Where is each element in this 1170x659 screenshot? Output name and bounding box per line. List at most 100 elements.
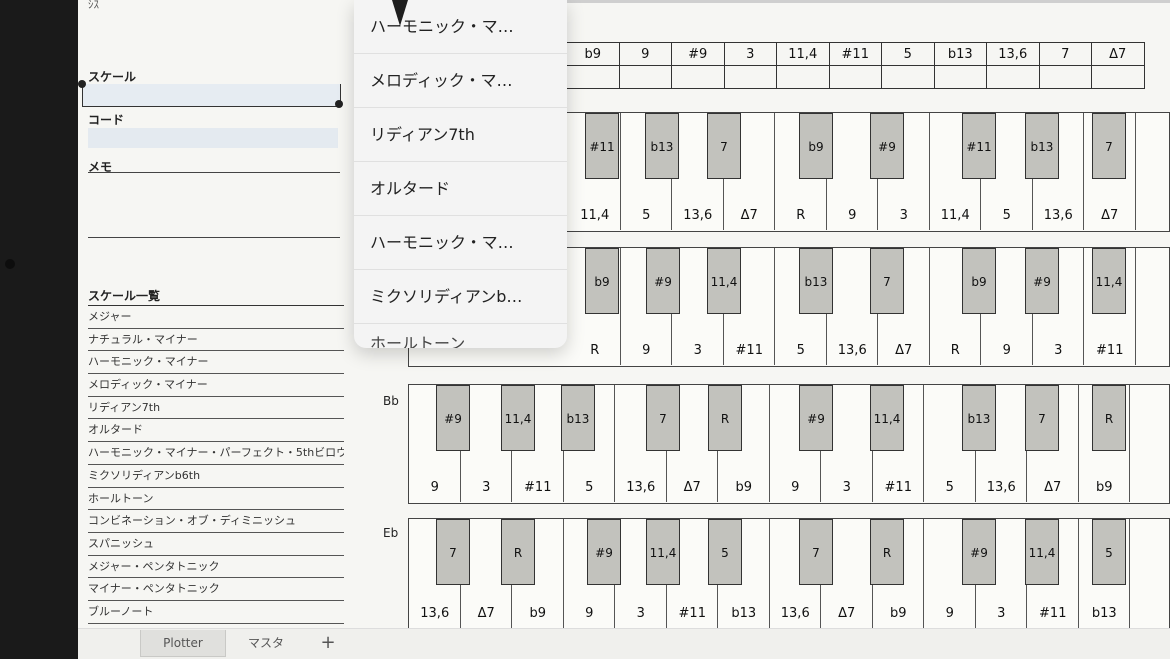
white-key-label: b13 [731,606,757,621]
black-key[interactable]: #9 [799,385,833,451]
menu-item[interactable]: リディアン7th [354,108,567,162]
black-key[interactable]: b13 [1025,113,1059,179]
black-key[interactable]: 7 [707,113,741,179]
white-key-label: 11,4 [580,208,610,223]
interval-cell: #9 [671,42,725,66]
scale-list-item[interactable]: ハーモニック・マイナー [88,351,344,375]
black-key[interactable]: 11,4 [870,385,904,451]
interval-cell: 13,6 [986,42,1040,66]
interval-empty-cell [566,65,620,89]
scale-list-item[interactable]: メロディック・マイナー [88,374,344,397]
scale-list-item[interactable]: マイナー・ペンタトニック [88,578,344,601]
white-key-label: 3 [1054,343,1063,358]
white-key-label: Δ7 [683,480,701,495]
scale-list-item[interactable]: メジャー・ペンタトニック [88,556,344,579]
black-key[interactable]: 5 [1092,519,1126,585]
scale-list-item[interactable]: ミクソリディアンb6th [88,465,344,488]
black-key[interactable]: R [708,385,742,451]
interval-empty-cell [1091,65,1145,89]
black-key[interactable]: #9 [587,519,621,585]
scale-list-item[interactable]: リディアン7th [88,397,344,420]
white-key-label: 5 [642,208,651,223]
black-key[interactable]: 11,4 [501,385,535,451]
black-key[interactable]: 7 [870,248,904,314]
black-key[interactable]: #9 [870,113,904,179]
tab-master[interactable]: マスタ [224,630,308,656]
black-key[interactable]: 11,4 [1092,248,1126,314]
white-key-label: Δ7 [477,606,495,621]
black-key[interactable]: 7 [1025,385,1059,451]
menu-item[interactable]: ハーモニック・マ… [354,216,567,270]
side-dot [5,259,15,269]
black-key[interactable]: b9 [799,113,833,179]
keyboard-4: 13,6 Δ7 b9 9 3 #11 b13 13,6 Δ7 b9 9 3 #11 b13 7 R #9 11,4… [408,518,1170,636]
black-key[interactable]: 7 [646,385,680,451]
black-key[interactable]: R [870,519,904,585]
memo-top-line [88,172,340,173]
black-key[interactable]: R [501,519,535,585]
black-key[interactable]: 7 [436,519,470,585]
black-key[interactable]: 7 [799,519,833,585]
black-key[interactable]: 11,4 [646,519,680,585]
white-key-label: 11,4 [940,208,970,223]
scale-list-item[interactable]: ブルーノート [88,601,344,624]
white-key-label: 9 [585,606,594,621]
white-key-label: 5 [945,480,954,495]
white-key-label: 3 [842,480,851,495]
black-key[interactable]: 11,4 [1025,519,1059,585]
scale-list: メジャー ナチュラル・マイナー ハーモニック・マイナー メロディック・マイナー リディア… [88,305,344,647]
black-key[interactable]: #9 [646,248,680,314]
scale-list-item[interactable]: オルタード [88,419,344,443]
black-key[interactable]: 7 [1092,113,1126,179]
white-key-label: 9 [430,480,439,495]
interval-cell: 3 [723,42,777,66]
add-tab-button[interactable]: + [308,630,348,656]
field-handle-right[interactable] [335,100,343,108]
scale-list-item[interactable]: メジャー [88,305,344,329]
menu-item[interactable]: ホールトーン [354,324,567,348]
tab-plotter[interactable]: Plotter [140,630,226,657]
interval-cell: 11,4 [776,42,830,66]
black-key[interactable]: b13 [561,385,595,451]
black-key[interactable]: #9 [436,385,470,451]
menu-item[interactable]: ミクソリディアンb… [354,270,567,324]
chord-label: コード [88,113,125,127]
interval-empty-cell [986,65,1040,89]
scale-list-item[interactable]: コンビネーション・オブ・ディミニッシュ [88,510,344,533]
field-handle-left[interactable] [78,80,86,88]
scale-dropdown-menu: ハーモニック・マ… メロディック・マ… リディアン7th オルタード ハーモニック・マ…… [354,0,567,348]
white-key-label: R [590,343,600,358]
scale-list-item[interactable]: ナチュラル・マイナー [88,329,344,352]
menu-item[interactable]: ハーモニック・マ… [354,0,567,54]
scale-list-item[interactable]: ハーモニック・マイナー・パーフェクト・5thビロウ [88,442,344,465]
white-key-label: #11 [1039,606,1067,621]
scale-list-item[interactable]: スパニッシュ [88,533,344,556]
black-key[interactable]: #9 [1025,248,1059,314]
interval-empty-cell [828,65,882,89]
black-key[interactable]: b9 [585,248,619,314]
white-key-label: 3 [693,343,702,358]
interval-empty-cell [671,65,725,89]
black-key[interactable]: #11 [585,113,619,179]
black-key[interactable]: #11 [962,113,996,179]
menu-item[interactable]: オルタード [354,162,567,216]
black-key[interactable]: b9 [962,248,996,314]
black-key[interactable]: b13 [645,113,679,179]
black-key[interactable]: 11,4 [707,248,741,314]
scale-list-item[interactable]: ホールトーン [88,488,344,511]
black-key[interactable]: b13 [962,385,996,451]
black-key[interactable]: b13 [799,248,833,314]
white-key-label: Δ7 [740,208,758,223]
keyboard-4-key-name: Eb [383,526,399,540]
black-key[interactable]: 5 [708,519,742,585]
black-key[interactable]: #9 [962,519,996,585]
memo-area[interactable] [88,174,340,236]
interval-empty-cell [723,65,777,89]
scale-input[interactable] [82,84,341,107]
white-key-label: b13 [1091,606,1117,621]
black-key[interactable]: R [1092,385,1126,451]
white-key-label: #11 [524,480,552,495]
menu-item[interactable]: メロディック・マ… [354,54,567,108]
chord-input[interactable] [88,128,338,148]
white-key-label: Δ7 [1044,480,1062,495]
